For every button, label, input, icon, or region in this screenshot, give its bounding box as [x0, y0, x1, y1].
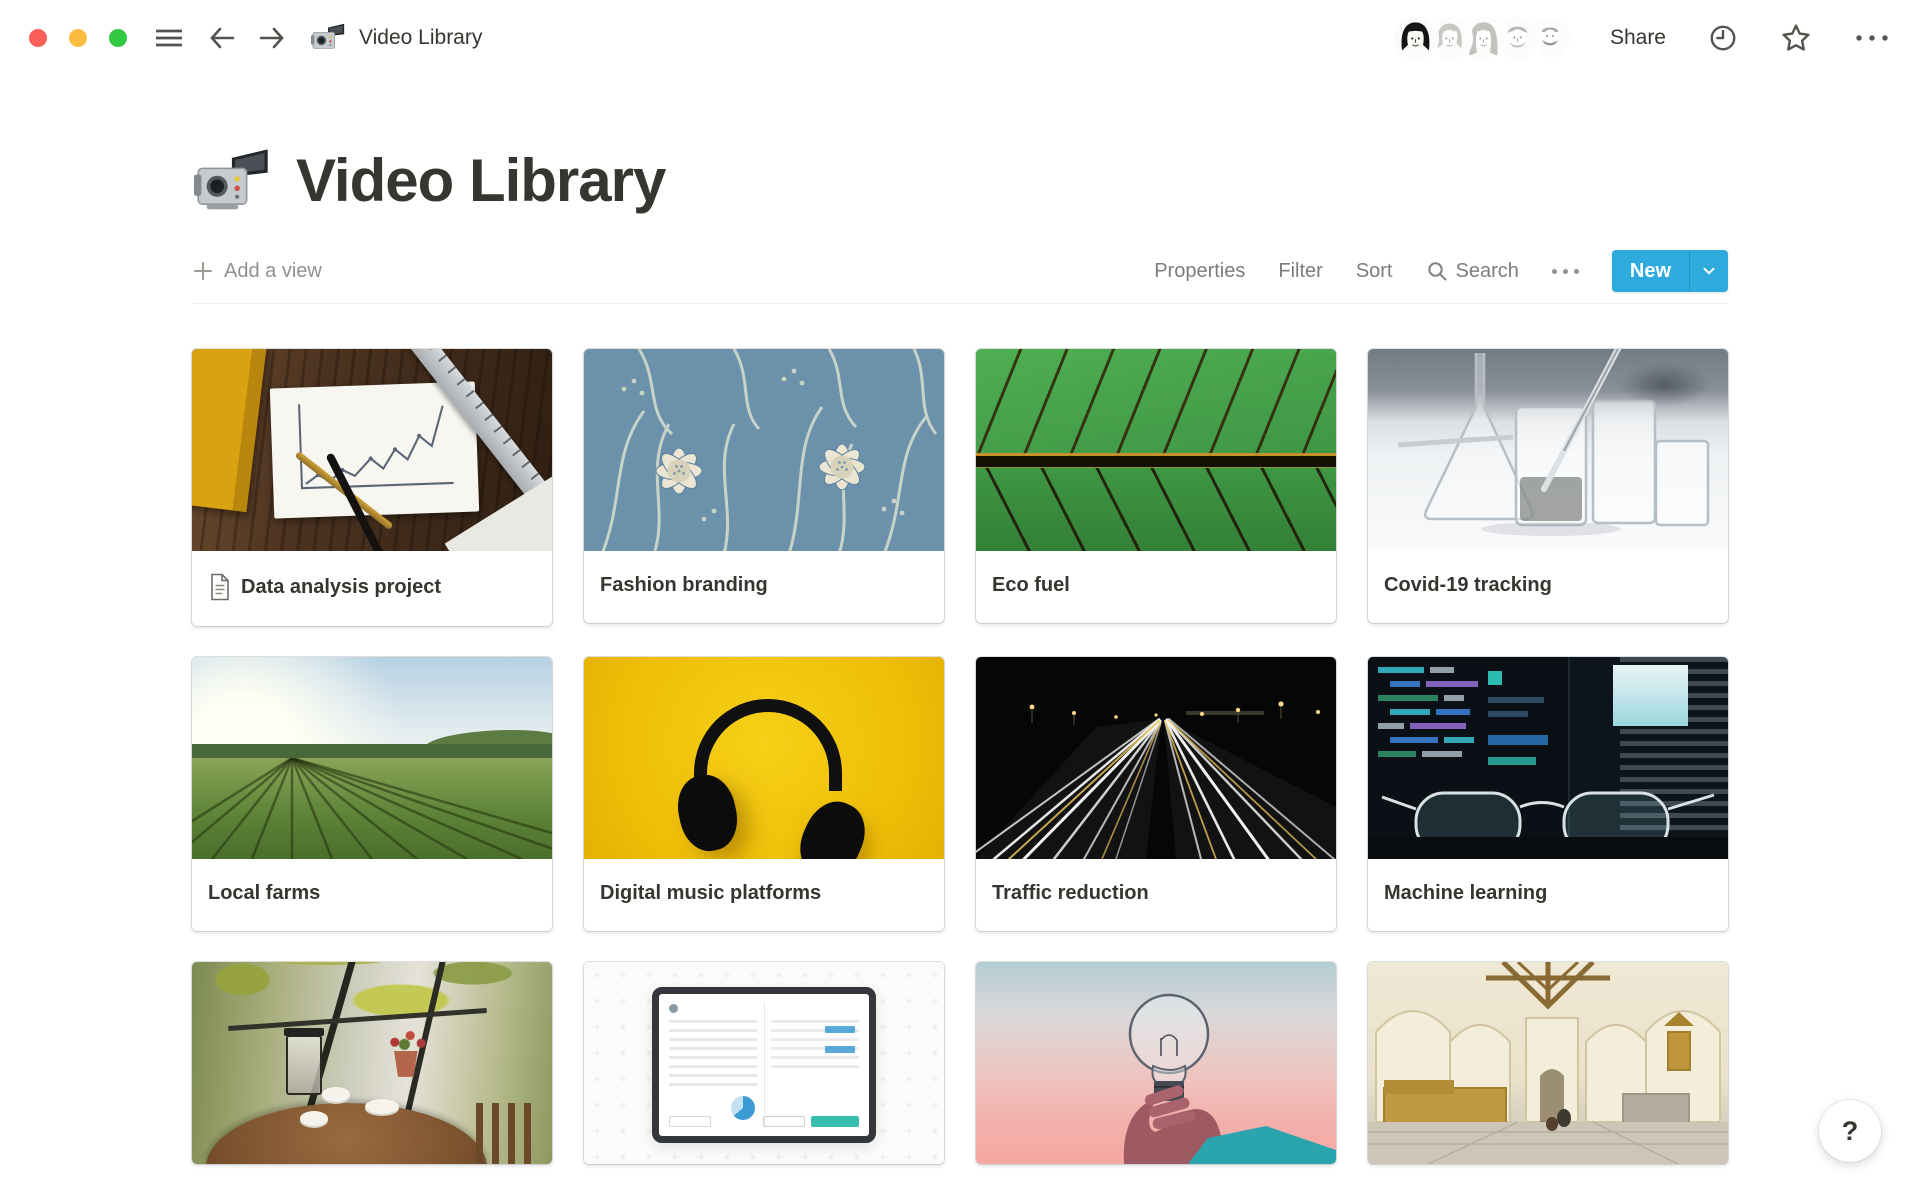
close-window-button[interactable]	[29, 29, 47, 47]
gallery-card-church[interactable]	[1368, 962, 1728, 1164]
page-icon-small	[311, 22, 347, 54]
forward-arrow-icon[interactable]	[257, 24, 287, 52]
window-controls	[29, 29, 127, 47]
gallery-card-eco-fuel[interactable]: Eco fuel	[976, 349, 1336, 623]
card-title: Fashion branding	[584, 551, 944, 623]
minimize-window-button[interactable]	[69, 29, 87, 47]
gallery-card-tablet[interactable]	[584, 962, 944, 1164]
card-title: Covid-19 tracking	[1368, 551, 1728, 623]
updates-clock-icon[interactable]	[1708, 23, 1738, 53]
card-image-greenhouse-cafe	[192, 962, 552, 1164]
card-image-green-leaf	[976, 349, 1336, 551]
gallery-view: Data analysis project	[192, 349, 1728, 1164]
page-body: Video Library Add a view Properties Filt…	[192, 76, 1728, 1164]
filter-button[interactable]: Filter	[1278, 260, 1322, 283]
sidebar-menu-icon[interactable]	[153, 24, 185, 52]
notion-window: Video Library Share	[0, 0, 1920, 1200]
page-doc-icon	[208, 573, 232, 601]
collaborator-avatars	[1394, 17, 1570, 60]
card-image-hand-lightbulb	[976, 962, 1336, 1164]
more-options-icon[interactable]	[1854, 33, 1890, 43]
topbar-page-title[interactable]: Video Library	[359, 26, 482, 50]
gallery-card-machine-learning[interactable]: Machine learning	[1368, 657, 1728, 931]
gallery-card-digital-music[interactable]: Digital music platforms	[584, 657, 944, 931]
add-view-button[interactable]: Add a view	[192, 260, 322, 283]
card-image-desk-chart	[192, 349, 552, 551]
topbar: Video Library Share	[0, 0, 1920, 76]
new-dropdown-chevron-icon[interactable]	[1689, 250, 1728, 292]
card-image-code-glasses	[1368, 657, 1728, 859]
toolbar-divider	[192, 303, 1728, 304]
sort-button[interactable]: Sort	[1356, 260, 1393, 283]
gallery-card-traffic-reduction[interactable]: Traffic reduction	[976, 657, 1336, 931]
card-image-headphones-yellow	[584, 657, 944, 859]
card-image-lab-glassware	[1368, 349, 1728, 551]
new-button[interactable]: New	[1612, 250, 1728, 292]
favorite-star-icon[interactable]	[1780, 22, 1812, 54]
card-title: Traffic reduction	[976, 859, 1336, 931]
properties-button[interactable]: Properties	[1154, 260, 1245, 283]
gallery-card-fashion-branding[interactable]: Fashion branding	[584, 349, 944, 623]
gallery-card-data-analysis[interactable]: Data analysis project	[192, 349, 552, 626]
page-icon[interactable]	[194, 147, 274, 215]
card-title: Digital music platforms	[584, 859, 944, 931]
share-button[interactable]: Share	[1610, 26, 1666, 50]
page-header: Video Library	[192, 146, 1728, 215]
card-image-farm-field	[192, 657, 552, 859]
card-title: Data analysis project	[192, 551, 552, 626]
search-button[interactable]: Search	[1426, 260, 1519, 283]
new-button-label[interactable]: New	[1612, 250, 1689, 292]
gallery-card-cafe[interactable]	[192, 962, 552, 1164]
card-image-church-interior	[1368, 962, 1728, 1164]
help-button[interactable]: ?	[1819, 1100, 1881, 1162]
view-more-icon[interactable]	[1552, 269, 1579, 274]
gallery-card-local-farms[interactable]: Local farms	[192, 657, 552, 931]
card-image-tablet-dashboard	[584, 962, 944, 1164]
gallery-card-lightbulb[interactable]	[976, 962, 1336, 1164]
page-title[interactable]: Video Library	[296, 146, 665, 215]
card-title: Eco fuel	[976, 551, 1336, 623]
gallery-card-covid-tracking[interactable]: Covid-19 tracking	[1368, 349, 1728, 623]
view-toolbar: Add a view Properties Filter Sort Search…	[192, 249, 1728, 293]
avatar[interactable]	[1394, 17, 1437, 60]
plus-icon	[192, 260, 214, 282]
card-title: Local farms	[192, 859, 552, 931]
zoom-window-button[interactable]	[109, 29, 127, 47]
back-arrow-icon[interactable]	[207, 24, 237, 52]
card-image-floral-pattern	[584, 349, 944, 551]
search-icon	[1426, 260, 1448, 282]
card-image-night-highway	[976, 657, 1336, 859]
card-title: Machine learning	[1368, 859, 1728, 931]
